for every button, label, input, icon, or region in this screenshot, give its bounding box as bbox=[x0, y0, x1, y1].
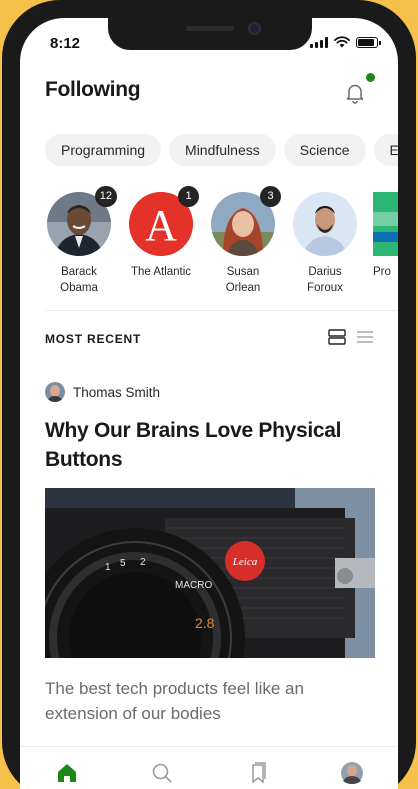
author-name: Pro bbox=[373, 266, 391, 278]
section-label: MOST RECENT bbox=[45, 332, 142, 346]
topic-chips: Programming Mindfulness Science Equ bbox=[45, 134, 398, 166]
status-time: 8:12 bbox=[50, 35, 81, 52]
new-stories-badge: 3 bbox=[260, 186, 281, 207]
article-byline[interactable]: Thomas Smith bbox=[45, 382, 160, 402]
phone-notch bbox=[108, 18, 312, 50]
new-stories-badge: 1 bbox=[178, 186, 199, 207]
bottom-tab-bar bbox=[20, 746, 398, 789]
status-icons bbox=[310, 36, 381, 48]
svg-text:1: 1 bbox=[105, 562, 111, 573]
view-toggle bbox=[328, 329, 374, 345]
list-view-icon[interactable] bbox=[356, 329, 374, 345]
svg-text:MACRO: MACRO bbox=[175, 580, 212, 591]
battery-icon bbox=[356, 36, 381, 48]
page-title: Following bbox=[45, 78, 141, 101]
svg-text:2.8: 2.8 bbox=[195, 615, 215, 631]
phone-mockup: 8:12 Following Programming Mindfulness S… bbox=[0, 0, 418, 789]
unread-indicator-dot bbox=[366, 73, 375, 82]
svg-text:A: A bbox=[145, 201, 177, 250]
topic-chip[interactable]: Equ bbox=[373, 134, 398, 166]
home-icon bbox=[58, 764, 76, 782]
app-screen: 8:12 Following Programming Mindfulness S… bbox=[20, 18, 398, 789]
article-image[interactable]: Leica 15 2 MACRO 2.8 bbox=[45, 488, 375, 658]
front-camera bbox=[248, 22, 261, 35]
tab-profile[interactable] bbox=[340, 761, 364, 785]
topic-chip[interactable]: Programming bbox=[45, 134, 162, 166]
tab-search[interactable] bbox=[150, 761, 174, 785]
author-avatar bbox=[373, 192, 398, 256]
author-item[interactable]: 3 Susan Orlean bbox=[209, 186, 281, 296]
svg-text:5: 5 bbox=[120, 558, 126, 569]
author-name: The Atlantic bbox=[130, 266, 192, 278]
profile-avatar bbox=[341, 762, 363, 784]
wifi-icon bbox=[334, 36, 350, 48]
bookmarks-icon bbox=[252, 762, 266, 784]
author-name: Barack Obama bbox=[60, 266, 98, 294]
author-name: Darius Foroux bbox=[307, 266, 343, 294]
topic-chip[interactable]: Mindfulness bbox=[169, 134, 276, 166]
card-view-icon[interactable] bbox=[328, 329, 346, 345]
new-stories-badge: 12 bbox=[94, 186, 117, 207]
search-icon bbox=[152, 763, 172, 783]
author-item[interactable]: Darius Foroux bbox=[291, 192, 359, 296]
svg-text:Leica: Leica bbox=[232, 556, 258, 568]
tab-bookmarks[interactable] bbox=[246, 761, 270, 785]
followed-authors-row: 12 Barack Obama A 1 The Atlantic 3 Susan… bbox=[45, 186, 398, 296]
article-subtitle: The best tech products feel like an exte… bbox=[45, 679, 304, 723]
cellular-signal-icon bbox=[310, 36, 328, 48]
article-title[interactable]: Why Our Brains Love Physical Buttons bbox=[45, 416, 365, 474]
author-item[interactable]: 12 Barack Obama bbox=[45, 186, 117, 296]
author-item[interactable]: Pro bbox=[373, 192, 398, 296]
author-name: Susan Orlean bbox=[225, 266, 261, 294]
tab-home[interactable] bbox=[55, 761, 79, 785]
author-avatar bbox=[45, 382, 65, 402]
byline-author-name: Thomas Smith bbox=[73, 384, 161, 400]
section-divider bbox=[45, 310, 398, 311]
topic-chip[interactable]: Science bbox=[283, 134, 366, 166]
notifications-button[interactable] bbox=[342, 80, 368, 106]
bell-icon bbox=[346, 84, 364, 104]
svg-text:2: 2 bbox=[140, 557, 146, 568]
speaker-grille bbox=[186, 26, 234, 31]
author-item[interactable]: A 1 The Atlantic bbox=[127, 186, 199, 296]
author-avatar bbox=[293, 192, 357, 256]
